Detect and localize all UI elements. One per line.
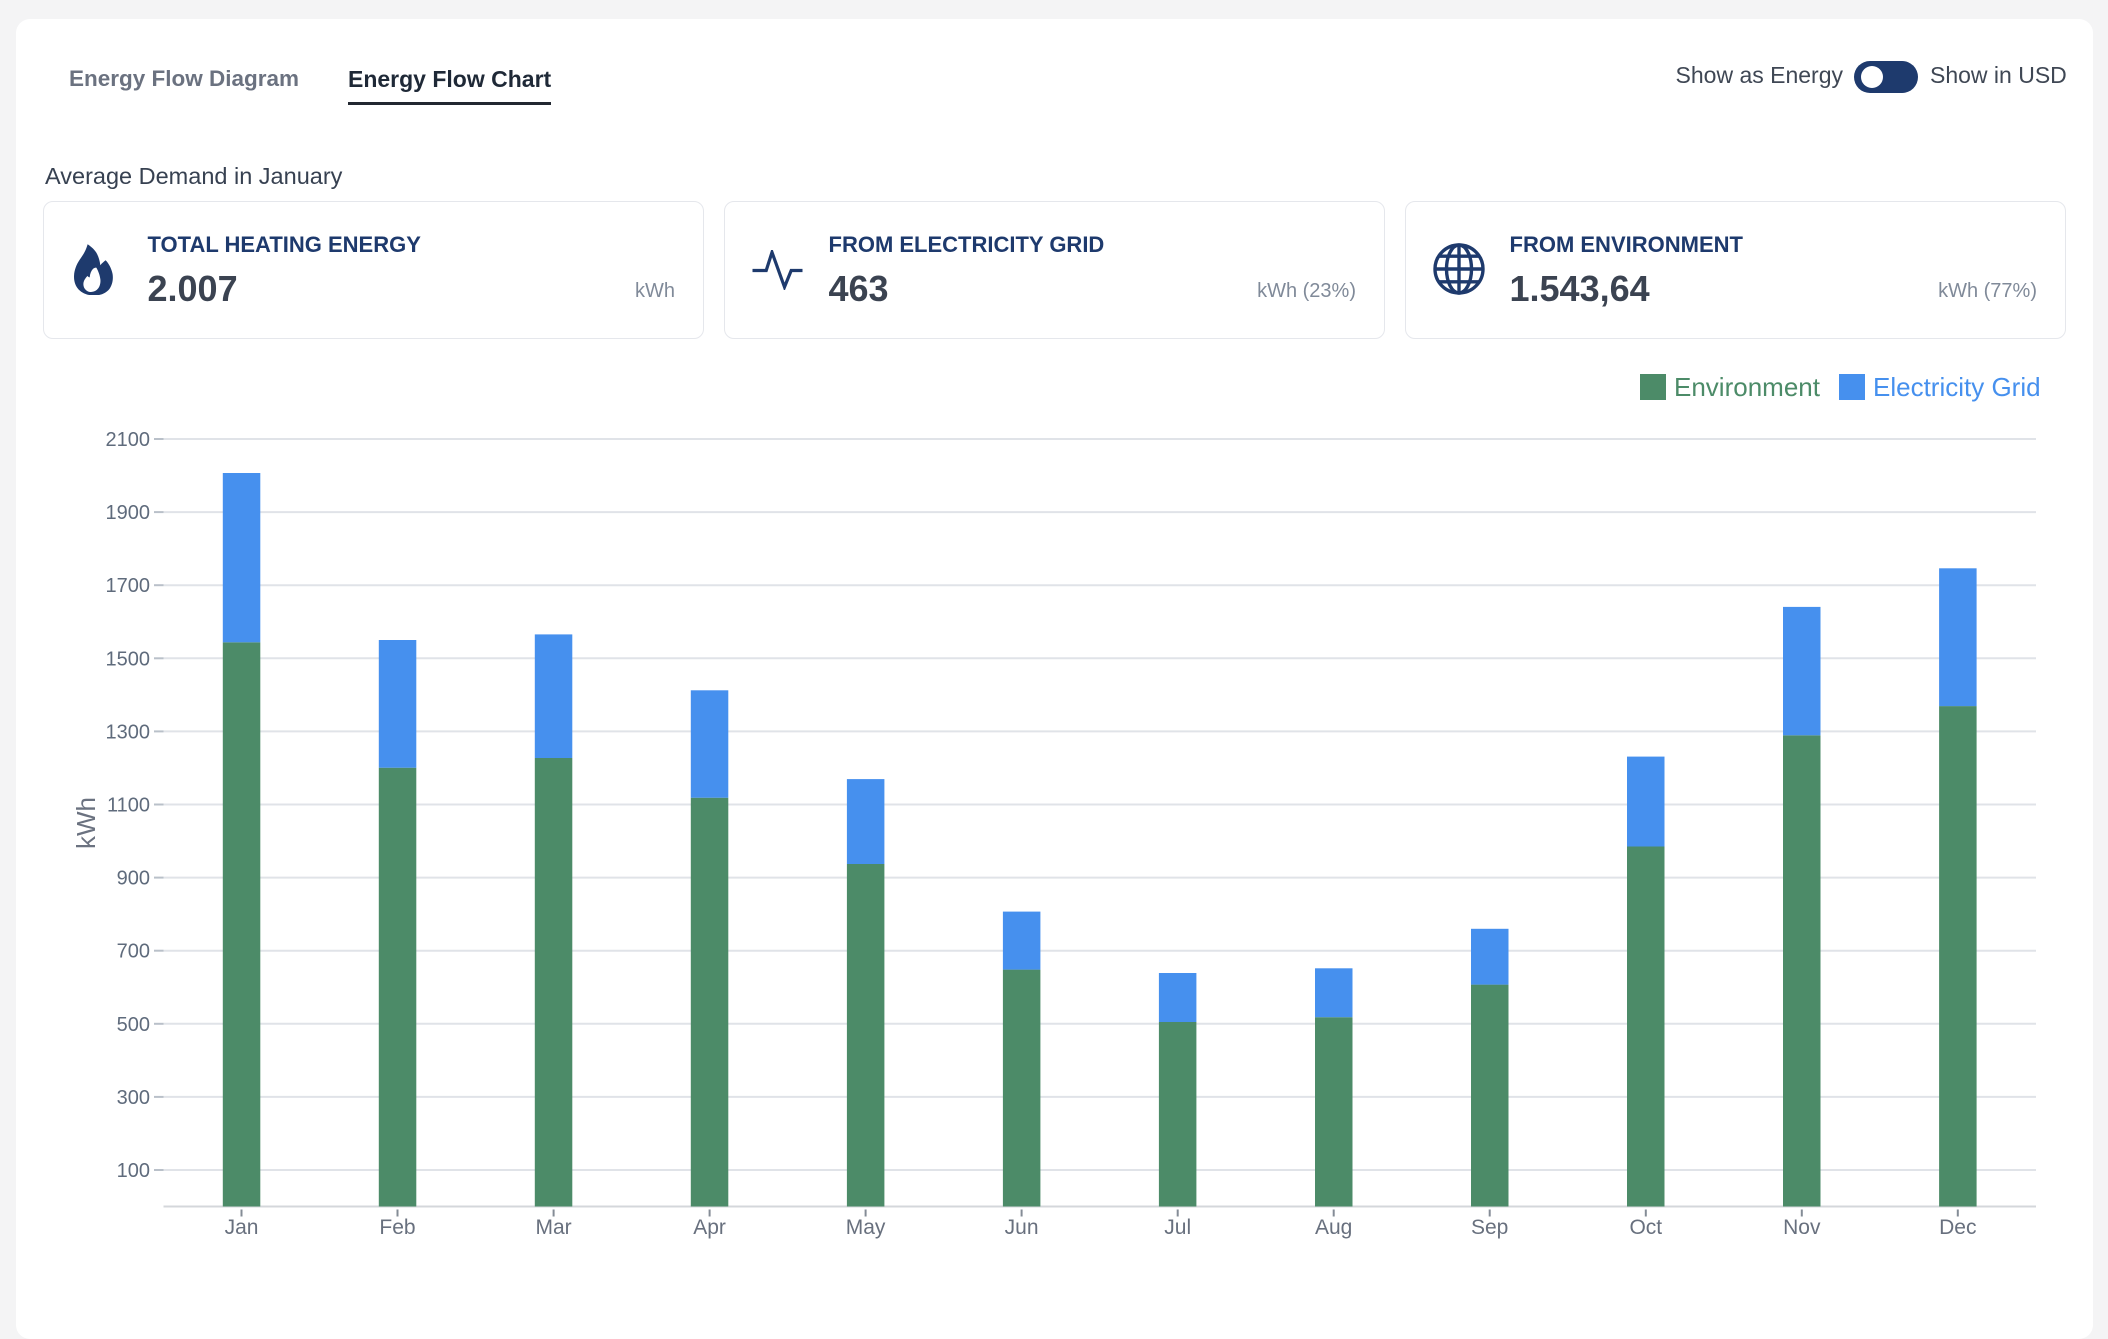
svg-text:300: 300 bbox=[117, 1087, 150, 1109]
svg-text:500: 500 bbox=[117, 1014, 150, 1036]
svg-text:Mar: Mar bbox=[536, 1216, 572, 1239]
svg-text:Feb: Feb bbox=[379, 1216, 415, 1239]
svg-text:Apr: Apr bbox=[693, 1216, 726, 1239]
svg-text:Jun: Jun bbox=[1005, 1216, 1039, 1239]
svg-text:Sep: Sep bbox=[1471, 1216, 1508, 1239]
svg-text:Nov: Nov bbox=[1783, 1216, 1821, 1239]
svg-text:Oct: Oct bbox=[1629, 1216, 1662, 1239]
svg-text:1300: 1300 bbox=[106, 721, 151, 743]
svg-text:1500: 1500 bbox=[106, 648, 151, 670]
svg-text:1900: 1900 bbox=[106, 502, 151, 524]
svg-text:1100: 1100 bbox=[107, 795, 150, 817]
svg-text:Aug: Aug bbox=[1315, 1216, 1352, 1239]
svg-text:1700: 1700 bbox=[106, 575, 151, 597]
svg-text:Electricity Grid: Electricity Grid bbox=[1873, 372, 2041, 402]
svg-text:2100: 2100 bbox=[106, 429, 151, 451]
svg-text:Environment: Environment bbox=[1674, 372, 1821, 402]
svg-text:100: 100 bbox=[117, 1160, 150, 1182]
svg-text:May: May bbox=[846, 1216, 886, 1239]
svg-text:Jul: Jul bbox=[1164, 1216, 1191, 1239]
svg-text:kWh: kWh bbox=[71, 797, 101, 849]
svg-text:Dec: Dec bbox=[1939, 1216, 1976, 1239]
svg-text:Jan: Jan bbox=[225, 1216, 259, 1239]
svg-text:700: 700 bbox=[117, 941, 150, 963]
svg-text:900: 900 bbox=[117, 868, 150, 890]
